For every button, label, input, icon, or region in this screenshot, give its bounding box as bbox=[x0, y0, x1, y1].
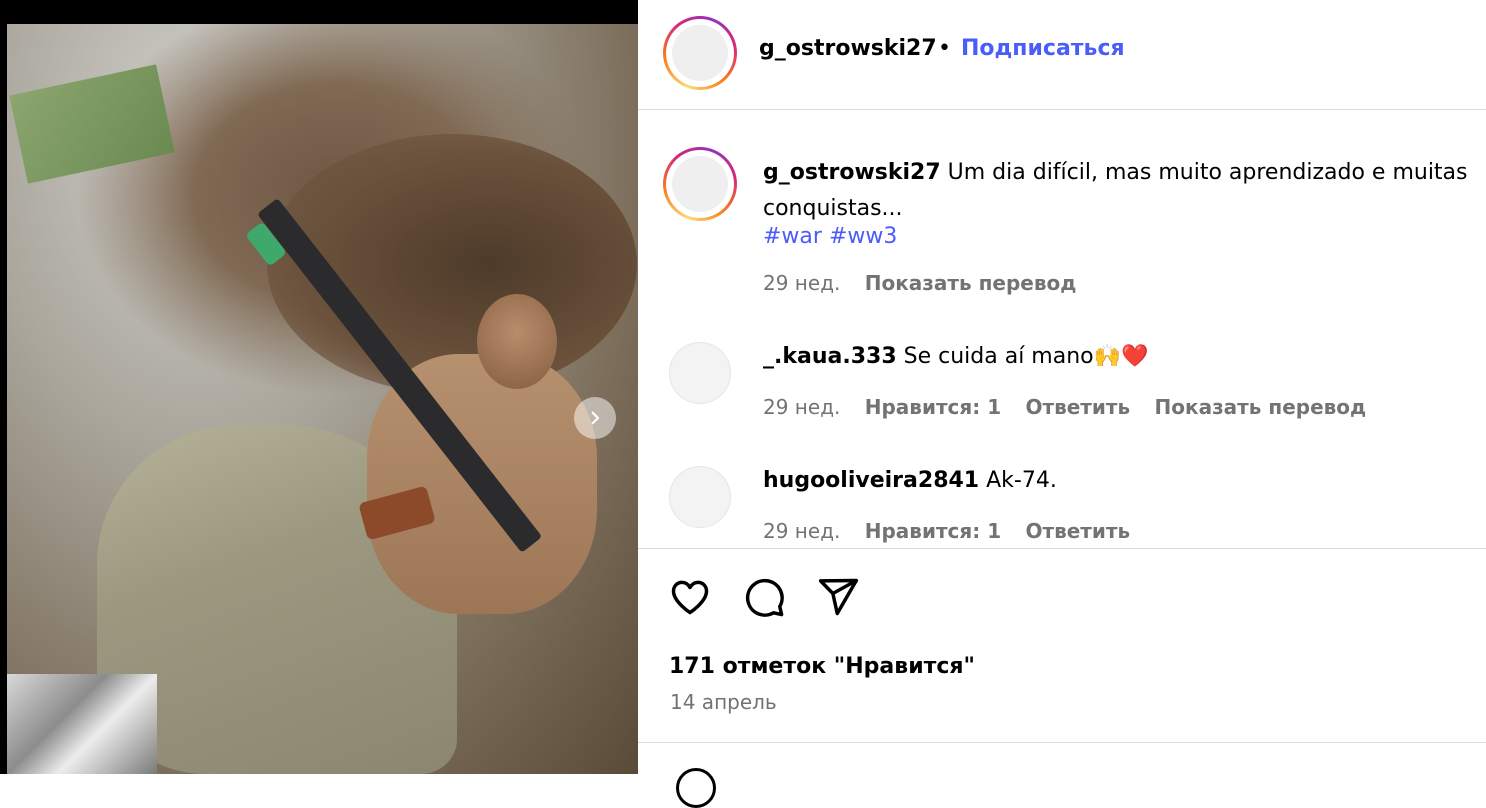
comment-username[interactable]: _.kaua.333 bbox=[763, 344, 897, 369]
post-side-panel: g_ostrowski27 • Подписаться g_ostrowski2… bbox=[638, 0, 1486, 808]
comment-avatar[interactable] bbox=[669, 466, 731, 528]
author-username[interactable]: g_ostrowski27 bbox=[759, 36, 937, 61]
post-photo[interactable] bbox=[7, 24, 638, 774]
comment-age: 29 нед. bbox=[763, 519, 841, 543]
post-actions bbox=[668, 575, 860, 621]
comment-meta: 29 нед. Нравится: 1 Ответить Показать пе… bbox=[763, 395, 1366, 419]
heart-icon[interactable] bbox=[668, 575, 712, 619]
comment-meta: 29 нед. Нравится: 1 Ответить bbox=[763, 519, 1130, 543]
follow-button[interactable]: Подписаться bbox=[961, 36, 1125, 61]
comment-username[interactable]: hugooliveira2841 bbox=[763, 468, 979, 493]
caption-age: 29 нед. bbox=[763, 271, 841, 295]
comment-text: _.kaua.333 Se cuida aí mano🙌❤️ bbox=[763, 344, 1148, 369]
share-icon[interactable] bbox=[816, 575, 860, 619]
comment-reply-link[interactable]: Ответить bbox=[1025, 519, 1130, 543]
caption-hashtags[interactable]: #war #ww3 bbox=[763, 224, 897, 249]
separator-dot: • bbox=[938, 36, 951, 61]
photo-head bbox=[477, 294, 557, 389]
comment-reply-link[interactable]: Ответить bbox=[1025, 395, 1130, 419]
caption-username[interactable]: g_ostrowski27 bbox=[763, 160, 941, 185]
comment-body: Ak-74. bbox=[986, 468, 1057, 493]
caption-meta: 29 нед. Показать перевод bbox=[763, 271, 1076, 295]
photo-foil bbox=[7, 674, 157, 774]
comment-likes-count[interactable]: Нравится: 1 bbox=[865, 519, 1001, 543]
comment-avatar[interactable] bbox=[669, 342, 731, 404]
comment-translate-link[interactable]: Показать перевод bbox=[1155, 395, 1367, 419]
comment-body: Se cuida aí mano🙌❤️ bbox=[903, 344, 1149, 369]
emoji-icon[interactable] bbox=[676, 768, 716, 808]
likes-count[interactable]: 171 отметок "Нравится" bbox=[669, 654, 975, 679]
comment-age: 29 нед. bbox=[763, 395, 841, 419]
comment-likes-count[interactable]: Нравится: 1 bbox=[865, 395, 1001, 419]
comment-text: hugooliveira2841 Ak-74. bbox=[763, 468, 1057, 493]
comment-icon[interactable] bbox=[742, 575, 786, 619]
post-media bbox=[0, 0, 638, 774]
caption-translate-link[interactable]: Показать перевод bbox=[865, 271, 1077, 295]
post-date[interactable]: 14 апрель bbox=[670, 690, 777, 714]
next-media-button[interactable] bbox=[574, 397, 616, 439]
footer-divider bbox=[638, 742, 1486, 743]
post-header: g_ostrowski27 • Подписаться bbox=[638, 0, 1486, 110]
actions-divider bbox=[638, 548, 1486, 549]
author-avatar[interactable] bbox=[663, 16, 737, 90]
chevron-right-icon bbox=[591, 411, 600, 425]
caption-text: g_ostrowski27 Um dia difícil, mas muito … bbox=[763, 155, 1486, 227]
caption-avatar[interactable] bbox=[663, 147, 737, 221]
